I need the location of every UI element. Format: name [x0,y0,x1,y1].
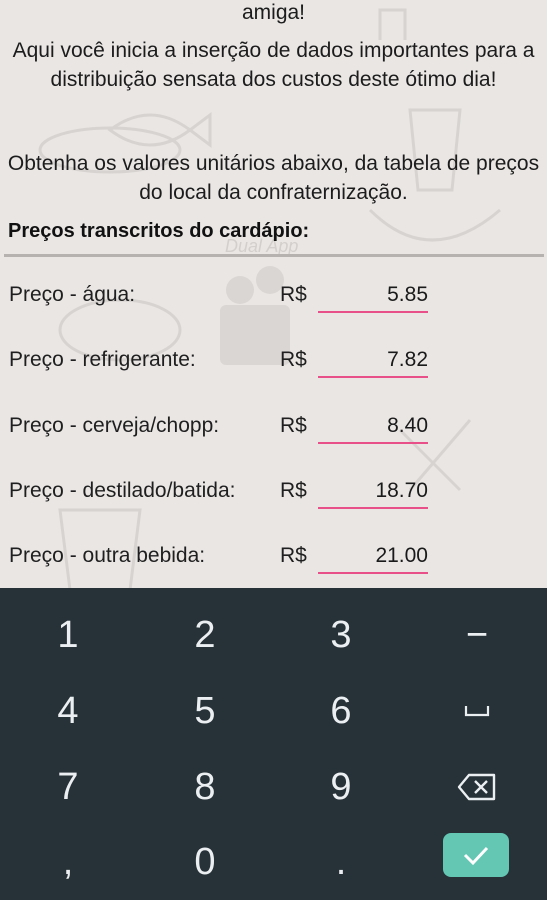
key-1[interactable]: 1 [0,598,136,672]
check-icon [463,846,489,866]
currency-symbol: R$ [280,348,307,371]
price-input-agua[interactable] [318,279,428,313]
backspace-icon [457,773,496,801]
instructions-paragraph: Obtenha os valores unitários abaixo, da … [7,152,540,204]
price-label-outra-bebida: Preço - outra bebida: [9,544,206,567]
intro-line-top: amiga! [241,1,306,24]
currency-symbol: R$ [280,414,307,437]
price-row-agua: Preço - água: R$ [0,279,547,333]
space-icon [464,706,490,717]
key-6[interactable]: 6 [273,674,409,748]
key-backspace[interactable] [409,750,545,824]
price-label-refrigerante: Preço - refrigerante: [9,348,196,371]
currency-symbol: R$ [280,283,307,306]
section-divider [4,254,544,257]
price-input-cerveja[interactable] [318,410,428,444]
key-minus[interactable]: − [409,598,545,672]
key-3[interactable]: 3 [273,598,409,672]
fish-icon [107,112,212,148]
key-space[interactable] [409,674,545,748]
intro-paragraph: Aqui você inicia a inserção de dados imp… [12,39,535,91]
price-label-cerveja: Preço - cerveja/chopp: [9,414,220,437]
key-0[interactable]: 0 [137,825,273,899]
currency-symbol: R$ [280,544,307,567]
price-row-refrigerante: Preço - refrigerante: R$ [0,344,547,398]
key-4[interactable]: 4 [0,674,136,748]
key-5[interactable]: 5 [137,674,273,748]
price-input-destilado[interactable] [318,475,428,509]
price-row-outra-bebida: Preço - outra bebida: R$ [0,540,547,588]
price-label-destilado: Preço - destilado/batida: [9,479,236,502]
section-title: Preços transcritos do cardápio: [8,220,310,242]
bowl-icon [368,208,501,242]
done-button[interactable] [443,833,509,877]
key-8[interactable]: 8 [137,750,273,824]
app-screen: Dual App amiga! Aqui você inicia a inser… [0,0,547,588]
price-row-cerveja: Preço - cerveja/chopp: R$ [0,410,547,464]
price-input-outra-bebida[interactable] [318,540,428,574]
numeric-keyboard: 1 2 3 − 4 5 6 7 8 9 , 0 . [0,588,547,900]
currency-symbol: R$ [280,479,307,502]
key-period[interactable]: . [273,825,409,899]
price-row-destilado: Preço - destilado/batida: R$ [0,475,547,529]
price-input-refrigerante[interactable] [318,344,428,378]
key-9[interactable]: 9 [273,750,409,824]
price-label-agua: Preço - água: [9,283,136,306]
key-7[interactable]: 7 [0,750,136,824]
key-comma[interactable]: , [0,825,136,899]
key-2[interactable]: 2 [137,598,273,672]
